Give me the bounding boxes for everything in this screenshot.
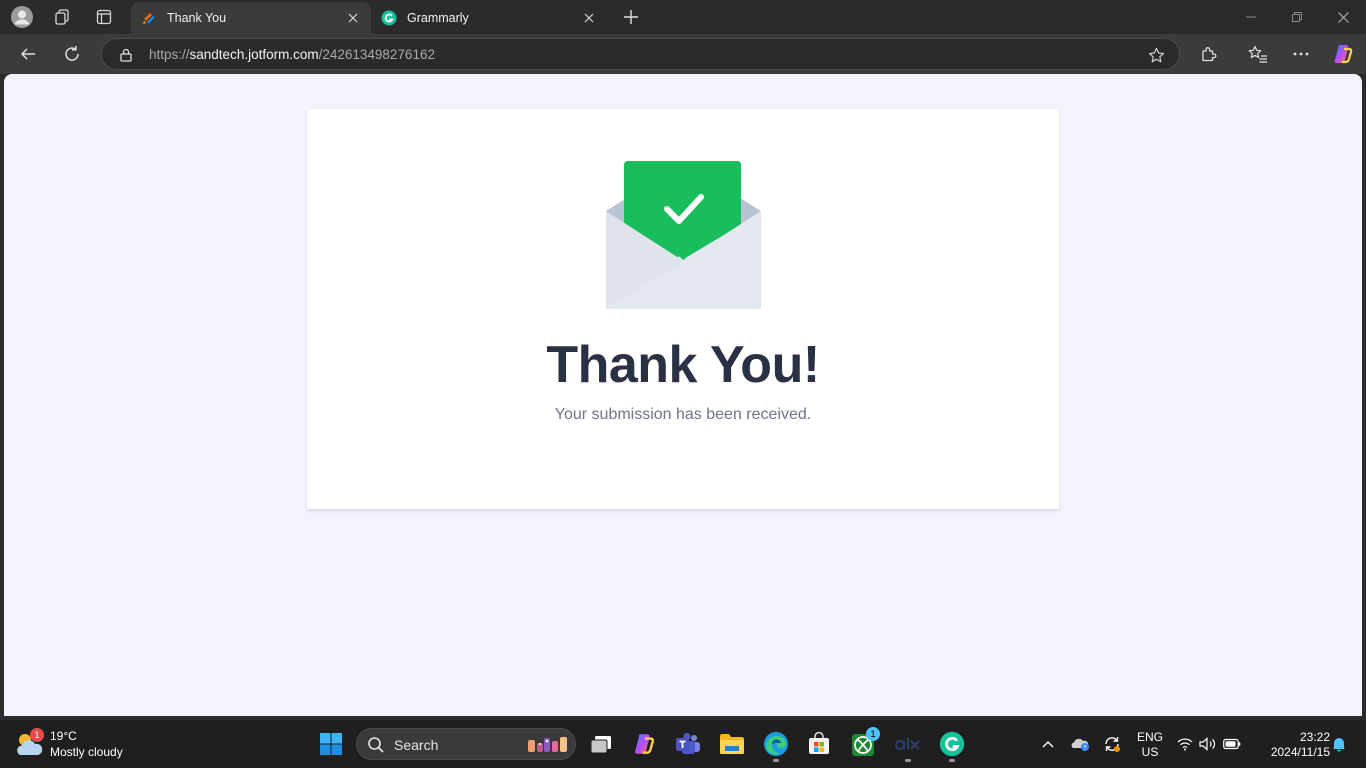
taskbar: 1 19°C Mostly cloudy Search 1 ENG US 23:… [0,720,1366,768]
file-explorer-button[interactable] [714,726,750,762]
sync-icon [1105,737,1120,752]
onedrive-tray-button[interactable] [1068,726,1092,762]
restore-icon [1292,12,1302,22]
sync-tray-button[interactable] [1100,726,1124,762]
close-tab-icon[interactable] [581,10,597,26]
language-code: ENG [1136,730,1163,744]
store-button[interactable] [801,726,837,762]
favorites-button[interactable] [1244,40,1272,68]
battery-icon [1223,738,1241,750]
refresh-button[interactable] [58,40,86,68]
tab-strip: Thank You Grammarly [0,0,1366,34]
weather-badge: 1 [30,728,44,742]
search-icon [368,737,384,753]
address-bar[interactable]: https://sandtech.jotform.com/24261349827… [101,38,1180,70]
teams-button[interactable] [670,726,706,762]
taskbar-search[interactable]: Search [356,728,576,760]
url-host: sandtech.jotform.com [189,47,319,62]
alx-icon [895,738,920,750]
show-hidden-icons-button[interactable] [1036,726,1060,762]
profile-avatar[interactable] [9,5,35,29]
url-path: /242613498276162 [318,47,435,62]
avatar-icon [11,6,33,28]
jotform-icon [141,10,157,26]
copilot-icon [1334,45,1353,64]
workspaces-button[interactable] [49,5,75,29]
url-scheme: https:// [149,47,190,62]
folder-icon [720,734,744,754]
task-view-button[interactable] [583,726,619,762]
copilot-icon [635,734,655,754]
onedrive-cloud-icon [1071,738,1089,751]
notifications-button[interactable] [1329,726,1349,762]
bell-icon [1333,738,1345,752]
chevron-up-icon [1042,741,1054,748]
alx-app-button[interactable] [890,726,926,762]
tab-grammarly[interactable]: Grammarly [371,2,607,34]
tab-title: Grammarly [407,11,469,25]
minimize-button[interactable] [1228,0,1274,34]
start-button[interactable] [313,726,349,762]
search-highlight-icon [528,737,567,752]
task-view-icon [590,736,611,754]
url-text: https://sandtech.jotform.com/24261349827… [149,47,435,62]
new-tab-button[interactable] [618,5,644,29]
windows-logo-icon [320,733,342,755]
search-label: Search [394,737,439,753]
tab-title: Thank You [167,11,227,25]
weather-widget[interactable]: 1 19°C Mostly cloudy [14,726,123,762]
tab-actions-button[interactable] [91,5,117,29]
grammarly-icon [381,10,397,26]
tab-thank-you[interactable]: Thank You [131,2,371,34]
back-button[interactable] [14,40,42,68]
refresh-icon [65,46,79,61]
edge-button[interactable] [758,726,794,762]
page-subtitle: Your submission has been received. [554,406,812,423]
partly-cloudy-icon: 1 [14,728,44,759]
vertical-tabs-icon [96,9,112,25]
close-window-button[interactable] [1320,0,1366,34]
running-indicator [905,759,911,762]
input-language-indicator[interactable]: ENG US [1134,730,1166,760]
clock-date: 2024/11/15 [1270,745,1330,759]
edge-icon [764,732,788,756]
teams-icon [676,733,700,754]
browser-toolbar: https://sandtech.jotform.com/24261349827… [0,34,1366,74]
puzzle-icon [1202,47,1217,62]
volume-icon [1199,737,1216,751]
copilot-taskbar-button[interactable] [626,726,662,762]
page-title: Thank You! [546,336,820,394]
extensions-button[interactable] [1195,40,1223,68]
restore-button[interactable] [1274,0,1320,34]
grammarly-icon [939,731,965,757]
thank-you-card: Thank You! Your submission has been rece… [307,109,1059,509]
xbox-badge: 1 [866,727,880,741]
minimize-icon [1246,16,1256,18]
wifi-icon [1177,738,1193,751]
clock-time: 23:22 [1299,730,1330,744]
xbox-button[interactable]: 1 [846,726,882,762]
quick-settings-button[interactable] [1176,726,1242,762]
more-menu-button[interactable] [1287,40,1315,68]
close-tab-icon[interactable] [345,10,361,26]
favorites-list-icon [1248,45,1267,63]
store-icon [809,732,829,754]
close-icon [1337,11,1349,23]
weather-condition: Mostly cloudy [50,745,123,759]
envelope-check-icon [606,161,761,309]
running-indicator [949,759,955,762]
workspaces-icon [55,9,69,25]
lock-icon[interactable] [118,47,134,63]
page-viewport: Thank You! Your submission has been rece… [4,74,1362,716]
running-indicator [773,759,779,762]
back-arrow-icon [20,48,35,60]
copilot-button[interactable] [1329,40,1357,68]
system-clock[interactable]: 23:22 2024/11/15 [1254,730,1330,760]
plus-icon [624,10,638,24]
ellipsis-icon [1293,52,1309,56]
favorite-star-icon[interactable] [1147,46,1165,64]
weather-temperature: 19°C [50,729,77,743]
keyboard-region: US [1141,745,1159,759]
grammarly-app-button[interactable] [934,726,970,762]
